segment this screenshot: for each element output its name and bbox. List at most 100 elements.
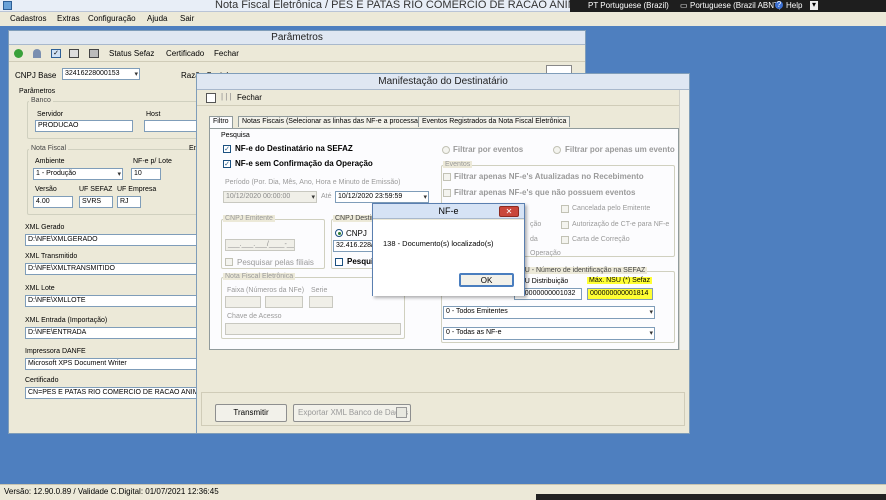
parametros-title: Parâmetros (9, 31, 585, 45)
impressora-danfe-select[interactable]: Microsoft XPS Document Writer (25, 358, 201, 370)
ambiente-select[interactable]: 1 - Produção ▾ (33, 168, 123, 180)
chevron-down-icon: ▾ (134, 71, 138, 78)
ate-label: Até (321, 193, 332, 200)
servidor-label: Servidor (37, 111, 64, 118)
xml-transmitido-input[interactable]: D:\NFE\XMLTRANSMITIDO (25, 263, 201, 275)
nfe-lote-label: NF-e p/ Lote (133, 158, 172, 165)
sem-eventos-label: Filtrar apenas NF-e's que não possuem ev… (454, 188, 636, 197)
menu-cadastros[interactable]: Cadastros (10, 14, 46, 23)
eventos-label: Eventos (443, 161, 473, 168)
data-inicial-input[interactable]: 10/12/2020 00:00:00 ▾ (223, 191, 317, 203)
emitentes-select[interactable]: 0 - Todos Emitentes ▾ (443, 306, 655, 319)
language-primary[interactable]: PT Portuguese (Brazil) (588, 1, 669, 10)
autorizacao-cte-label: Autorização de CT-e para NF-e (572, 221, 670, 228)
certificado-button[interactable]: Certificado (166, 49, 204, 58)
nota-fiscal-title: Nota Fiscal (29, 145, 69, 152)
todas-nfe-select[interactable]: 0 - Todas as NF-e ▾ (443, 327, 655, 340)
nsu-label: NSU - Número de identificação na SEFAZ (513, 267, 648, 274)
user-icon[interactable] (33, 49, 41, 58)
print-icon[interactable] (206, 93, 216, 103)
app-icon (3, 1, 12, 10)
xml-lote-input[interactable]: D:\NFE\XMLLOTE (25, 295, 201, 307)
filtrar-eventos-label: Filtrar por eventos (453, 145, 524, 154)
exportar-xml-button[interactable]: Exportar XML Banco de Dados (293, 404, 411, 422)
grid-icon[interactable] (89, 49, 99, 58)
status-sefaz-button[interactable]: Status Sefaz (109, 49, 154, 58)
language-bar[interactable]: PT Portuguese (Brazil) ▭ Portuguese (Bra… (570, 0, 886, 12)
transmitir-button[interactable]: Transmitir (215, 404, 287, 422)
pesquisa-label: Pesquisa (221, 132, 250, 139)
manifestacao-toolbar: | | | Fechar (197, 90, 689, 106)
image-icon[interactable] (69, 49, 79, 58)
xml-lote-label: XML Lote (25, 285, 55, 292)
menu-sair[interactable]: Sair (180, 14, 194, 23)
pesquisar-filiais-label: Pesquisar pelas filiais (237, 258, 314, 267)
taskbar-strip (536, 494, 886, 500)
chk-sem-eventos[interactable] (443, 189, 451, 197)
versao-input[interactable]: 4.00 (33, 196, 73, 208)
chevron-down-icon: ▾ (117, 171, 121, 178)
faixa-fim-input[interactable] (265, 296, 303, 308)
cancelada-label: Cancelada pelo Emitente (572, 205, 651, 212)
cnpj-emitente-input[interactable]: ___.___.___/____-__ (225, 239, 295, 251)
tab-strip: Filtro Notas Fiscais (Selecionar as linh… (209, 116, 679, 128)
evento-parcial-3: Operação (530, 250, 561, 257)
nfe-lote-input[interactable]: 10 (131, 168, 161, 180)
ok-button[interactable]: OK (459, 273, 514, 287)
cnpj-destinatario-input[interactable]: 32.416.228/ (333, 240, 375, 252)
chk-atualizadas[interactable] (443, 173, 451, 181)
close-icon[interactable]: ✕ (499, 206, 519, 217)
servidor-input[interactable]: PRODUCAO (35, 120, 133, 132)
certificado-input[interactable]: CN=PES E PATAS RIO COMERCIO DE RACAO ANI… (25, 387, 201, 399)
chave-acesso-label: Chave de Acesso (227, 313, 282, 320)
xml-entrada-label: XML Entrada (Importação) (25, 317, 108, 324)
serie-input[interactable] (309, 296, 333, 308)
menu-ajuda[interactable]: Ajuda (147, 14, 167, 23)
tab-filtro[interactable]: Filtro (209, 116, 233, 128)
host-input[interactable] (144, 120, 200, 132)
tab-eventos-registrados[interactable]: Eventos Registrados da Nota Fiscal Eletr… (418, 116, 571, 127)
radio-filtrar-um[interactable] (553, 146, 561, 154)
banco-title: Banco (29, 97, 53, 104)
chk-autorizacao-cte[interactable] (561, 221, 569, 229)
tab-notas-fiscais[interactable]: Notas Fiscais (Selecionar as linhas das … (238, 116, 427, 127)
xml-gerado-label: XML Gerado (25, 224, 65, 231)
xml-gerado-input[interactable]: D:\NFE\XMLGERADO (25, 234, 201, 246)
radio-cnpj[interactable] (335, 229, 343, 237)
radio-filtrar-eventos[interactable] (442, 146, 450, 154)
chk-nfe-destinatario[interactable]: ✓ (223, 145, 231, 153)
chk-pesquisar-filiais[interactable] (225, 258, 233, 266)
options-icon[interactable]: ▾ (810, 1, 818, 10)
help-icon[interactable]: ? (775, 1, 783, 9)
chave-acesso-input[interactable] (225, 323, 401, 335)
menu-configuracao[interactable]: Configuração (88, 14, 136, 23)
check-box-icon[interactable]: ✓ (51, 49, 61, 58)
max-nsu-label: Máx. NSU (*) Sefaz (587, 277, 653, 284)
max-nsu-input[interactable]: 000000000001814 (587, 288, 653, 300)
fechar-manif-button[interactable]: Fechar (237, 93, 262, 102)
help-label[interactable]: Help (786, 1, 802, 10)
fechar-button[interactable]: Fechar (214, 49, 239, 58)
uf-empresa-input[interactable]: RJ (117, 196, 141, 208)
uf-sefaz-input[interactable]: SVRS (79, 196, 113, 208)
menu-bar: Cadastros Extras Configuração Ajuda Sair (0, 12, 886, 26)
versao-label: Versão (35, 186, 57, 193)
xml-entrada-input[interactable]: D:\NFE\ENTRADA (25, 327, 201, 339)
nfe-dialog-message: 138 - Documento(s) localizado(s) (383, 239, 494, 248)
serie-label: Serie (311, 287, 328, 294)
data-final-input[interactable]: 10/12/2020 23:59:59 ▾ (335, 191, 429, 203)
ambiente-label: Ambiente (35, 158, 65, 165)
uf-empresa-label: UF Empresa (117, 186, 157, 193)
menu-extras[interactable]: Extras (57, 14, 80, 23)
language-keyboard[interactable]: Portuguese (Brazil ABNT) (690, 1, 782, 10)
chk-cancelada[interactable] (561, 205, 569, 213)
chk-carta-correcao[interactable] (561, 236, 569, 244)
cnpj-base-select[interactable]: 32416228000153 ▾ (62, 68, 140, 80)
faixa-inicio-input[interactable] (225, 296, 261, 308)
manif-scrollbar[interactable] (679, 90, 689, 350)
carta-correcao-label: Carta de Correção (572, 236, 630, 243)
chk-nfe-sem-confirmacao[interactable]: ✓ (223, 160, 231, 168)
confirm-icon[interactable] (14, 49, 23, 58)
faixa-label: Faixa (Números da NFe) (227, 287, 305, 294)
chk-pesquisar[interactable] (335, 258, 343, 266)
